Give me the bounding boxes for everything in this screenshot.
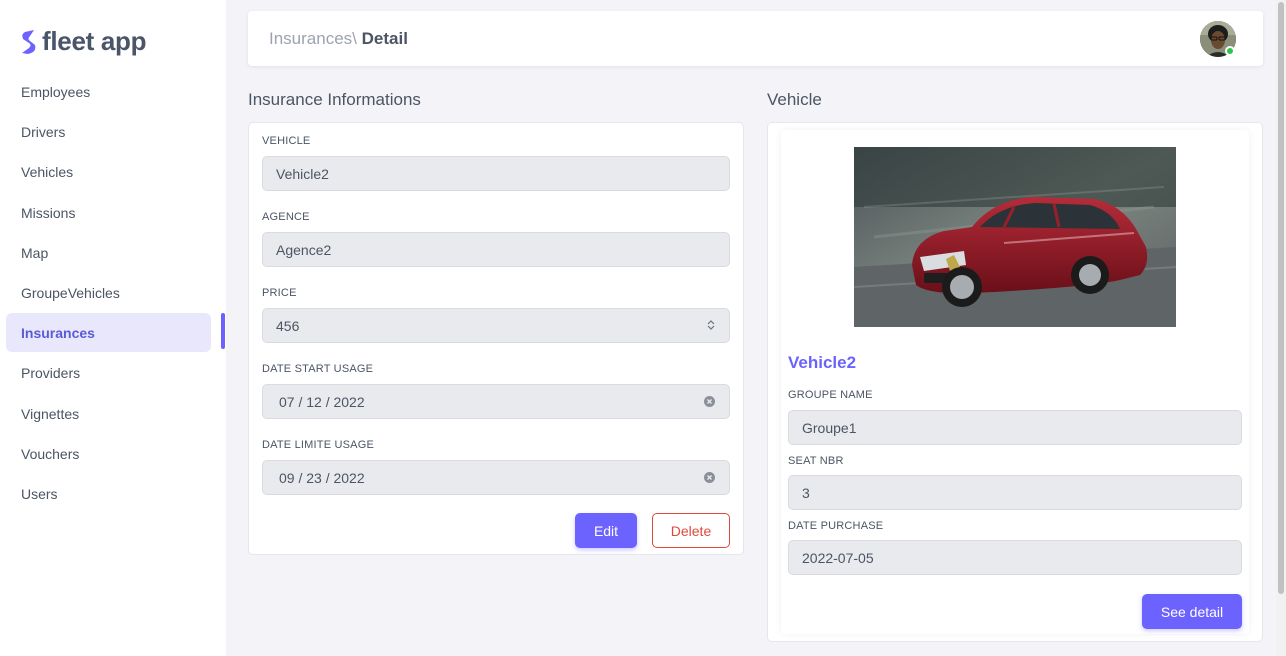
breadcrumb-parent[interactable]: Insurances\ — [269, 29, 357, 48]
breadcrumb: Insurances\ Detail — [269, 29, 408, 49]
seat-nbr-field-label: SEAT NBR — [788, 455, 844, 467]
vehicle-field[interactable]: Vehicle2 — [262, 156, 730, 191]
sidebar-item-providers[interactable]: Providers — [0, 353, 226, 393]
seat-nbr-field-value: 3 — [802, 484, 810, 501]
sidebar-item-label: Missions — [21, 204, 76, 221]
agence-field-label: AGENCE — [262, 211, 310, 223]
date-limit-field-label: DATE LIMITE USAGE — [262, 439, 374, 451]
groupe-name-field-value: Groupe1 — [802, 419, 857, 436]
groupe-name-field[interactable]: Groupe1 — [788, 410, 1242, 445]
sidebar-item-label: Insurances — [21, 325, 95, 342]
date-start-field[interactable]: 07 / 12 / 2022 — [262, 384, 730, 419]
vehicle-card: Vehicle2 GROUPE NAME Groupe1 SEAT NBR 3 … — [767, 122, 1263, 642]
agence-field[interactable]: Agence2 — [262, 232, 730, 267]
scrollbar-thumb[interactable] — [1278, 2, 1284, 594]
sidebar-item-insurances[interactable]: Insurances — [0, 313, 226, 353]
vehicle-name[interactable]: Vehicle2 — [788, 353, 856, 373]
spinner-icon[interactable] — [707, 318, 715, 334]
sidebar-item-groupevehicles[interactable]: GroupeVehicles — [0, 273, 226, 313]
date-purchase-field[interactable]: 2022-07-05 — [788, 540, 1242, 575]
date-limit-field[interactable]: 09 / 23 / 2022 — [262, 460, 730, 495]
sidebar-item-missions[interactable]: Missions — [0, 193, 226, 233]
vehicle-section-title: Vehicle — [767, 90, 822, 109]
clear-icon[interactable] — [704, 470, 715, 486]
app-logo[interactable]: fleet app — [20, 26, 147, 57]
logo-icon — [22, 29, 36, 54]
see-detail-button[interactable]: See detail — [1142, 594, 1242, 629]
date-limit-field-value: 09 / 23 / 2022 — [279, 469, 365, 486]
sidebar-item-vehicles[interactable]: Vehicles — [0, 152, 226, 192]
sidebar-item-label: Drivers — [21, 124, 66, 141]
sidebar-item-label: Map — [21, 244, 49, 261]
sidebar-item-users[interactable]: Users — [0, 474, 226, 514]
groupe-name-field-label: GROUPE NAME — [788, 389, 873, 401]
avatar[interactable] — [1200, 21, 1236, 57]
vehicle-field-value: Vehicle2 — [276, 165, 329, 182]
sidebar-item-label: Providers — [21, 365, 81, 382]
sidebar-item-employees[interactable]: Employees — [0, 72, 226, 112]
sidebar-item-label: Vouchers — [21, 445, 80, 462]
vehicle-image — [854, 147, 1176, 327]
price-field[interactable]: 456 — [262, 308, 730, 343]
date-purchase-field-value: 2022-07-05 — [802, 549, 874, 566]
sidebar-item-label: Vignettes — [21, 405, 80, 422]
sidebar-item-label: Vehicles — [21, 164, 74, 181]
delete-button[interactable]: Delete — [652, 513, 730, 548]
vehicle-card-body: Vehicle2 GROUPE NAME Groupe1 SEAT NBR 3 … — [781, 130, 1249, 634]
insurance-card: VEHICLE Vehicle2 AGENCE Agence2 PRICE 45… — [248, 122, 744, 555]
sidebar: fleet app Employees Drivers Vehicles Mis… — [0, 0, 226, 656]
vehicle-field-label: VEHICLE — [262, 135, 311, 147]
sidebar-item-label: Employees — [21, 84, 91, 101]
sidebar-item-vignettes[interactable]: Vignettes — [0, 394, 226, 434]
date-start-field-value: 07 / 12 / 2022 — [279, 393, 365, 410]
edit-button[interactable]: Edit — [575, 513, 637, 548]
date-purchase-field-label: DATE PURCHASE — [788, 520, 884, 532]
breadcrumb-current: Detail — [361, 29, 408, 48]
seat-nbr-field[interactable]: 3 — [788, 475, 1242, 510]
top-header: Insurances\ Detail — [248, 11, 1263, 66]
sidebar-item-drivers[interactable]: Drivers — [0, 112, 226, 152]
date-start-field-label: DATE START USAGE — [262, 363, 374, 375]
sidebar-nav: Employees Drivers Vehicles Missions Map … — [0, 72, 226, 514]
agence-field-value: Agence2 — [276, 241, 332, 258]
online-status-indicator — [1225, 46, 1235, 56]
sidebar-item-label: Users — [21, 485, 58, 502]
page-scrollbar[interactable] — [1276, 0, 1286, 656]
sidebar-item-label: GroupeVehicles — [21, 285, 120, 302]
app-name: fleet app — [42, 26, 147, 56]
sidebar-item-vouchers[interactable]: Vouchers — [0, 434, 226, 474]
clear-icon[interactable] — [704, 394, 715, 410]
price-field-label: PRICE — [262, 287, 297, 299]
sidebar-item-map[interactable]: Map — [0, 233, 226, 273]
insurance-section-title: Insurance Informations — [248, 90, 421, 109]
price-field-value: 456 — [276, 317, 300, 334]
